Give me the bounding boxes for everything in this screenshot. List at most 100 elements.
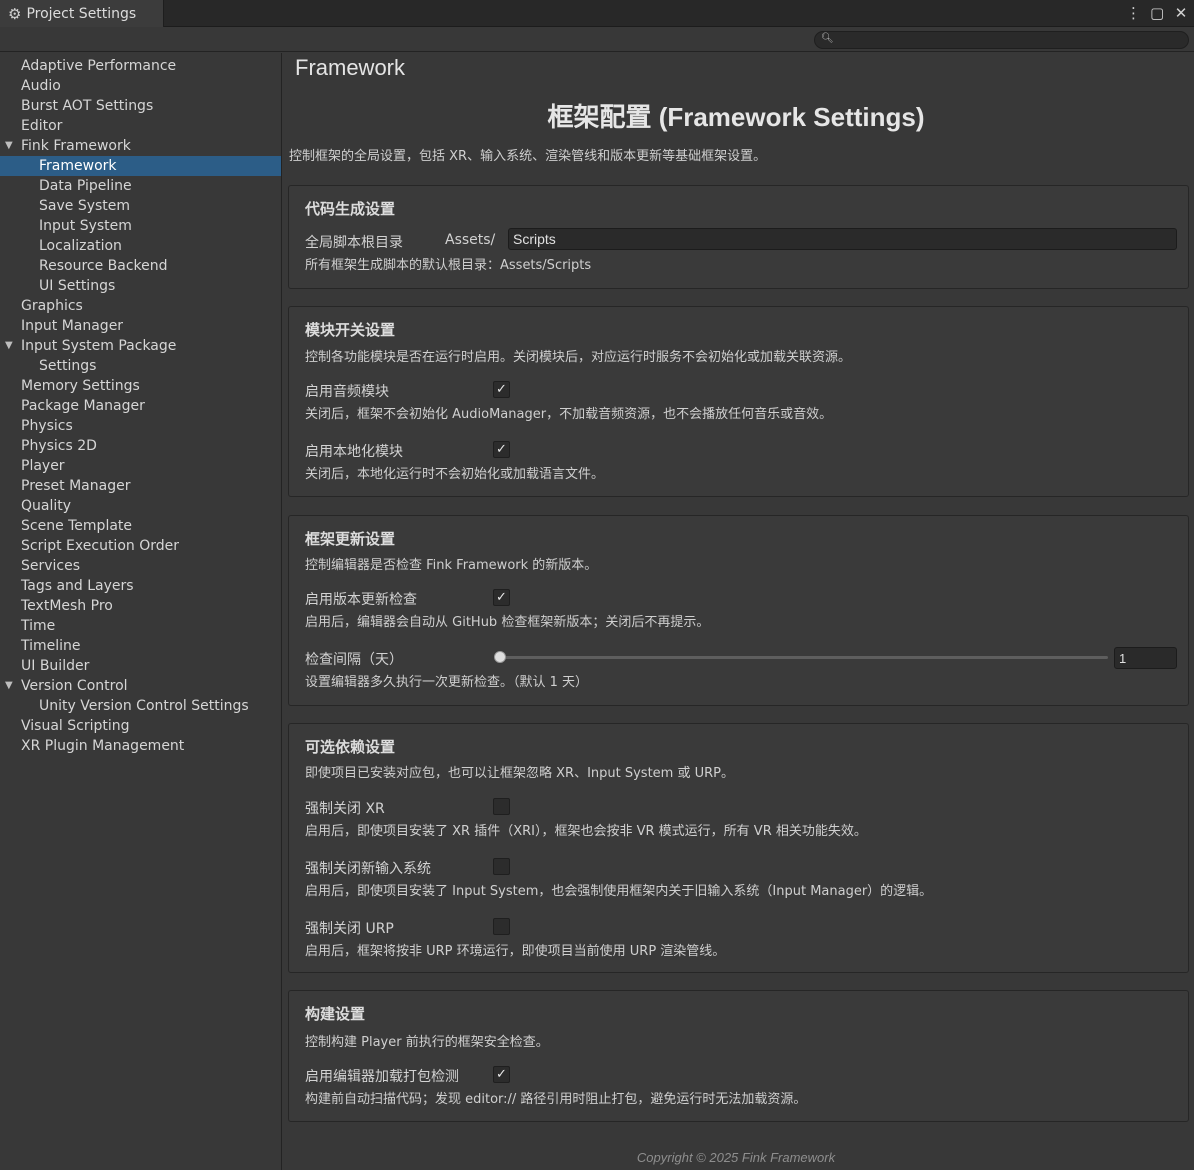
sidebar-item-textmesh-pro[interactable]: TextMesh Pro [0, 596, 281, 616]
sidebar-item-localization[interactable]: Localization [0, 236, 281, 256]
sidebar-item-package-manager[interactable]: Package Manager [0, 396, 281, 416]
sidebar-item-adaptive-performance[interactable]: Adaptive Performance [0, 56, 281, 76]
search-icon: 🔍︎ [821, 33, 834, 44]
modules-desc: 控制各功能模块是否在运行时启用。关闭模块后，对应运行时服务不会初始化或加载关联资… [305, 350, 852, 365]
disable-urp-desc: 启用后，框架将按非 URP 环境运行，即使项目当前使用 URP 渲染管线。 [305, 944, 726, 959]
interval-slider-track[interactable] [500, 656, 1108, 659]
more-menu-icon[interactable]: ⋮ [1126, 3, 1141, 23]
disable-input-label: 强制关闭新输入系统 [305, 861, 431, 877]
project-settings-tab[interactable]: ⚙ Project Settings [0, 0, 164, 27]
sidebar-item-timeline[interactable]: Timeline [0, 636, 281, 656]
sidebar-item-visual-scripting[interactable]: Visual Scripting [0, 716, 281, 736]
audio-module-desc: 关闭后，框架不会初始化 AudioManager，不加载音频资源，也不会播放任何… [305, 407, 833, 422]
sidebar-item-label: TextMesh Pro [21, 598, 113, 614]
sidebar-item-quality[interactable]: Quality [0, 496, 281, 516]
codegen-title: 代码生成设置 [305, 200, 396, 218]
sidebar-item-tags-and-layers[interactable]: Tags and Layers [0, 576, 281, 596]
disable-input-checkbox[interactable] [493, 858, 510, 875]
sidebar-item-graphics[interactable]: Graphics [0, 296, 281, 316]
sidebar-item-time[interactable]: Time [0, 616, 281, 636]
sidebar-item-framework[interactable]: Framework [0, 156, 281, 176]
settings-sidebar: Adaptive Performance Audio Burst AOT Setti… [0, 53, 282, 1170]
script-root-desc: 所有框架生成脚本的默认根目录：Assets/Scripts [305, 258, 592, 273]
sidebar-item-version-control[interactable]: ▼ Version Control [0, 676, 281, 696]
sidebar-item-preset-manager[interactable]: Preset Manager [0, 476, 281, 496]
sidebar-item-label: Time [21, 618, 56, 634]
sidebar-item-resource-backend[interactable]: Resource Backend [0, 256, 281, 276]
intro-text: 控制框架的全局设置，包括 XR、输入系统、渲染管线和版本更新等基础框架设置。 [289, 149, 767, 164]
sidebar-item-label: Version Control [21, 678, 128, 694]
audio-module-checkbox[interactable]: ✓ [493, 381, 510, 398]
sidebar-item-input-manager[interactable]: Input Manager [0, 316, 281, 336]
sidebar-item-label: Timeline [21, 638, 81, 654]
window-controls: ⋮ ▢ ✕ [1126, 3, 1188, 23]
sidebar-item-script-execution-order[interactable]: Script Execution Order [0, 536, 281, 556]
sidebar-item-editor[interactable]: Editor [0, 116, 281, 136]
sidebar-item-settings[interactable]: Settings [0, 356, 281, 376]
sidebar-item-memory-settings[interactable]: Memory Settings [0, 376, 281, 396]
disable-urp-checkbox[interactable] [493, 918, 510, 935]
build-check-checkbox[interactable]: ✓ [493, 1066, 510, 1083]
title-bar: ⚙ Project Settings ⋮ ▢ ✕ [0, 0, 1194, 27]
script-root-input[interactable] [508, 228, 1177, 250]
modules-title: 模块开关设置 [305, 321, 396, 339]
sidebar-item-label: Fink Framework [21, 138, 131, 154]
sidebar-item-label: Preset Manager [21, 478, 131, 494]
sidebar-item-label: Memory Settings [21, 378, 140, 394]
tab-title: Project Settings [26, 5, 137, 22]
disable-urp-label: 强制关闭 URP [305, 921, 394, 937]
close-icon[interactable]: ✕ [1174, 3, 1188, 23]
interval-slider-handle[interactable] [494, 651, 506, 663]
expand-arrow-icon[interactable]: ▼ [5, 336, 13, 356]
sidebar-item-label: Localization [39, 238, 122, 254]
sidebar-item-label: UI Builder [21, 658, 90, 674]
sidebar-item-label: Graphics [21, 298, 83, 314]
sidebar-item-physics-2d[interactable]: Physics 2D [0, 436, 281, 456]
optional-deps-desc: 即使项目已安装对应包，也可以让框架忽略 XR、Input System 或 UR… [305, 766, 734, 781]
build-check-desc: 构建前自动扫描代码；发现 editor:// 路径引用时阻止打包，避免运行时无法… [305, 1092, 807, 1107]
sidebar-item-label: Burst AOT Settings [21, 98, 154, 114]
optional-deps-title: 可选依赖设置 [305, 738, 396, 756]
interval-input[interactable] [1114, 647, 1177, 669]
search-input[interactable] [835, 32, 1180, 48]
sidebar-item-label: Physics [21, 418, 73, 434]
localization-module-checkbox[interactable]: ✓ [493, 441, 510, 458]
sidebar-item-input-system-package[interactable]: ▼ Input System Package [0, 336, 281, 356]
sidebar-item-services[interactable]: Services [0, 556, 281, 576]
update-desc: 控制编辑器是否检查 Fink Framework 的新版本。 [305, 558, 598, 573]
sidebar-item-label: Data Pipeline [39, 178, 132, 194]
interval-label: 检查间隔（天） [305, 652, 403, 668]
expand-arrow-icon[interactable]: ▼ [5, 676, 13, 696]
sidebar-item-physics[interactable]: Physics [0, 416, 281, 436]
expand-arrow-icon[interactable]: ▼ [5, 136, 13, 156]
sidebar-item-label: UI Settings [39, 278, 116, 294]
sidebar-item-fink-framework[interactable]: ▼ Fink Framework [0, 136, 281, 156]
build-desc: 控制构建 Player 前执行的框架安全检查。 [305, 1035, 549, 1050]
build-section: 构建设置 控制构建 Player 前执行的框架安全检查。 启用编辑器加载打包检测… [288, 990, 1189, 1122]
sidebar-item-input-system[interactable]: Input System [0, 216, 281, 236]
update-section: 框架更新设置 控制编辑器是否检查 Fink Framework 的新版本。 启用… [288, 515, 1189, 706]
sidebar-item-scene-template[interactable]: Scene Template [0, 516, 281, 536]
sidebar-item-ui-builder[interactable]: UI Builder [0, 656, 281, 676]
update-title: 框架更新设置 [305, 530, 396, 548]
copyright-text: Copyright © 2025 Fink Framework [636, 1150, 836, 1165]
sidebar-item-player[interactable]: Player [0, 456, 281, 476]
update-check-checkbox[interactable]: ✓ [493, 589, 510, 606]
sidebar-item-data-pipeline[interactable]: Data Pipeline [0, 176, 281, 196]
page-title: Framework [295, 55, 406, 80]
main-panel: Framework 框架配置 (Framework Settings) 控制框架… [283, 53, 1194, 1170]
disable-xr-checkbox[interactable] [493, 798, 510, 815]
sidebar-item-ui-settings[interactable]: UI Settings [0, 276, 281, 296]
sidebar-item-save-system[interactable]: Save System [0, 196, 281, 216]
sidebar-item-unity-version-control-settings[interactable]: Unity Version Control Settings [0, 696, 281, 716]
maximize-icon[interactable]: ▢ [1150, 3, 1164, 23]
update-check-desc: 启用后，编辑器会自动从 GitHub 检查框架新版本；关闭后不再提示。 [305, 615, 710, 630]
sidebar-item-burst-aot-settings[interactable]: Burst AOT Settings [0, 96, 281, 116]
update-check-label: 启用版本更新检查 [305, 592, 417, 608]
disable-xr-label: 强制关闭 XR [305, 801, 385, 817]
sidebar-item-label: Input Manager [21, 318, 124, 334]
sidebar-item-audio[interactable]: Audio [0, 76, 281, 96]
sidebar-item-xr-plugin-management[interactable]: XR Plugin Management [0, 736, 281, 756]
search-box[interactable]: 🔍︎ [814, 31, 1189, 49]
sidebar-item-label: XR Plugin Management [21, 738, 185, 754]
